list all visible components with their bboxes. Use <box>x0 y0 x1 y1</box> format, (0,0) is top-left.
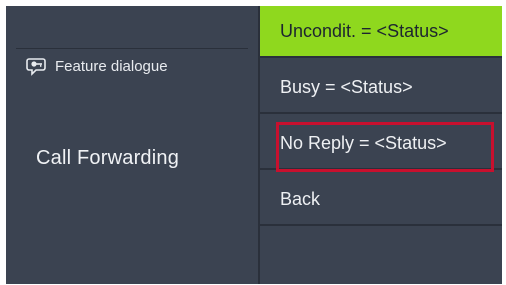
feature-dialogue-header: Feature dialogue <box>26 56 168 76</box>
menu-item-back[interactable]: Back <box>260 174 502 226</box>
page-title: Call Forwarding <box>36 147 180 169</box>
menu-item-label: No Reply = <Status> <box>280 132 447 153</box>
call-forwarding-menu: Uncondit. = <Status> Busy = <Status> No … <box>260 6 502 284</box>
menu-item-label: Uncondit. = <Status> <box>280 20 449 41</box>
feature-dialogue-label: Feature dialogue <box>55 57 168 75</box>
menu-item-unconditional[interactable]: Uncondit. = <Status> <box>260 6 502 58</box>
menu-item-label: Back <box>280 188 321 209</box>
left-panel: Feature dialogue Call Forwarding <box>6 6 258 284</box>
header-divider <box>16 48 248 49</box>
menu-item-empty <box>260 230 502 282</box>
menu-item-label: Busy = <Status> <box>280 76 413 97</box>
menu-item-no-reply[interactable]: No Reply = <Status> <box>260 118 502 170</box>
key-speech-bubble-icon <box>26 56 48 76</box>
phone-screen: Feature dialogue Call Forwarding Uncondi… <box>6 6 502 284</box>
menu-item-busy[interactable]: Busy = <Status> <box>260 62 502 114</box>
